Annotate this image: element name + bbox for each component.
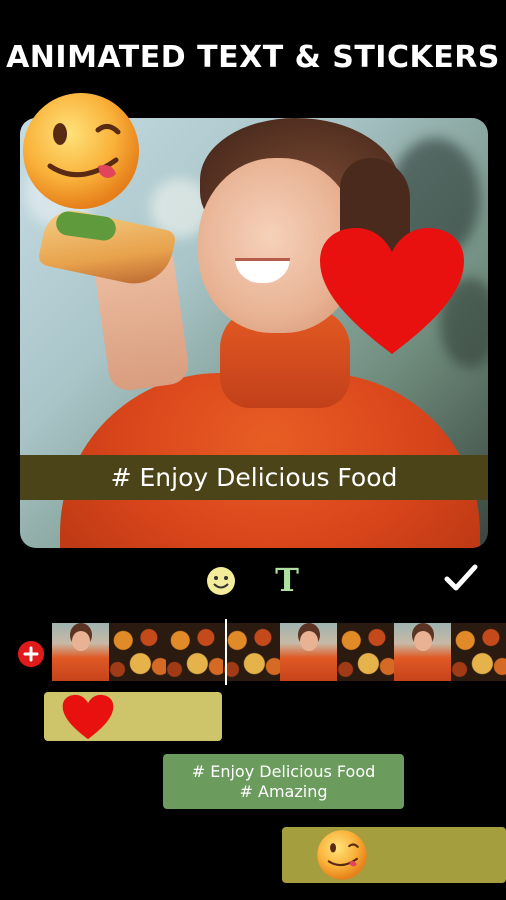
track-text-line: # Amazing bbox=[239, 781, 328, 801]
heart-sticker[interactable] bbox=[318, 226, 466, 356]
check-icon[interactable] bbox=[443, 562, 479, 594]
text-sticker-caption[interactable]: # Enjoy Delicious Food bbox=[20, 455, 488, 500]
filmstrip-frame bbox=[394, 623, 451, 681]
track-text-line: # Enjoy Delicious Food bbox=[191, 761, 376, 781]
tongue-wink-emoji-icon bbox=[317, 830, 367, 880]
add-clip-button[interactable] bbox=[18, 641, 44, 667]
filmstrip-frame bbox=[280, 623, 337, 681]
filmstrip-frame bbox=[52, 623, 109, 681]
filmstrip-frame bbox=[223, 623, 280, 681]
emoji-sticker-tool-icon[interactable] bbox=[206, 566, 236, 596]
headline: ANIMATED TEXT & STICKERS bbox=[6, 40, 500, 75]
text-tool-icon[interactable]: T bbox=[270, 562, 304, 598]
text-sticker-track[interactable]: # Enjoy Delicious Food # Amazing bbox=[163, 754, 404, 809]
timeline-playhead[interactable] bbox=[225, 619, 227, 685]
app-screen: ANIMATED TEXT & STICKERS # Enjoy Delicio… bbox=[0, 0, 506, 900]
emoji-sticker-track[interactable] bbox=[282, 827, 506, 883]
heart-icon bbox=[62, 694, 114, 740]
video-filmstrip[interactable] bbox=[52, 623, 506, 681]
filmstrip-frame bbox=[166, 623, 223, 681]
filmstrip-frame bbox=[451, 623, 506, 681]
filmstrip-frame bbox=[337, 623, 394, 681]
caption-text: # Enjoy Delicious Food bbox=[110, 463, 398, 492]
heart-sticker-track[interactable] bbox=[44, 692, 222, 741]
filmstrip-frame bbox=[109, 623, 166, 681]
tongue-wink-emoji-sticker[interactable] bbox=[20, 90, 142, 212]
